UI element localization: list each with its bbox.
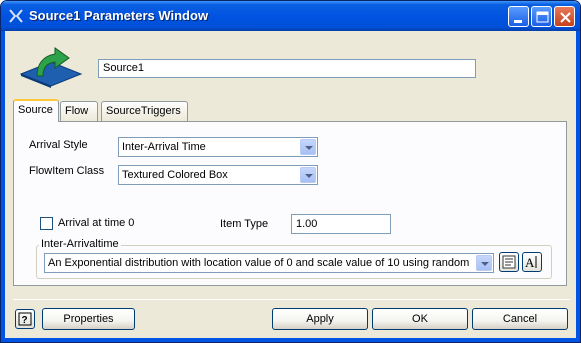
help-button[interactable]: ? xyxy=(15,309,35,329)
item-type-input[interactable]: 1.00 xyxy=(291,214,391,234)
minimize-button[interactable] xyxy=(508,6,529,27)
flowitem-class-label: FlowItem Class xyxy=(29,165,105,177)
maximize-icon xyxy=(536,11,549,23)
interarrival-value: An Exponential distribution with locatio… xyxy=(48,257,470,269)
object-name-input[interactable]: Source1 xyxy=(98,59,476,78)
cancel-button[interactable]: Cancel xyxy=(472,308,568,330)
svg-text:A: A xyxy=(525,255,535,270)
apply-button[interactable]: Apply xyxy=(272,308,368,330)
properties-button[interactable]: Properties xyxy=(42,308,135,330)
arrival-at-time0-checkbox[interactable] xyxy=(40,217,53,230)
source-arrow-icon xyxy=(19,47,83,88)
interarrival-group-label: Inter-Arrivaltime xyxy=(39,238,121,250)
flexsim-x-icon xyxy=(9,9,23,23)
flowitem-class-select[interactable]: Textured Colored Box xyxy=(118,165,318,185)
ok-button[interactable]: OK xyxy=(372,308,468,330)
arrival-style-select[interactable]: Inter-Arrival Time xyxy=(118,137,318,157)
help-icon: ? xyxy=(18,312,32,326)
close-button[interactable] xyxy=(554,6,575,27)
text-edit-button[interactable]: A xyxy=(522,252,542,272)
window-content: Source1 Source Flow SourceTriggers Arriv… xyxy=(5,31,578,340)
text-cursor-icon: A xyxy=(525,255,537,270)
interarrival-select[interactable]: An Exponential distribution with locatio… xyxy=(44,253,494,273)
close-icon xyxy=(560,12,571,23)
chevron-down-icon[interactable] xyxy=(300,139,316,155)
svg-text:?: ? xyxy=(22,315,28,326)
arrival-at-time0-label: Arrival at time 0 xyxy=(58,217,135,229)
flowitem-class-value: Textured Colored Box xyxy=(122,169,228,181)
footer-separator xyxy=(13,299,570,300)
chevron-down-icon[interactable] xyxy=(476,255,492,271)
parameters-window: Source1 Parameters Window Source1 Source… xyxy=(0,0,581,343)
edit-code-button[interactable] xyxy=(499,252,519,272)
tab-flow[interactable]: Flow xyxy=(60,101,98,121)
arrival-style-value: Inter-Arrival Time xyxy=(122,141,206,153)
arrival-style-label: Arrival Style xyxy=(29,139,88,151)
item-type-label: Item Type xyxy=(220,218,269,230)
minimize-icon xyxy=(514,20,522,23)
maximize-button[interactable] xyxy=(531,6,552,27)
tab-source[interactable]: Source xyxy=(13,99,59,122)
title-bar[interactable]: Source1 Parameters Window xyxy=(1,1,580,31)
code-edit-icon xyxy=(502,255,516,269)
chevron-down-icon[interactable] xyxy=(300,167,316,183)
tab-sourcetriggers[interactable]: SourceTriggers xyxy=(101,101,188,121)
window-title: Source1 Parameters Window xyxy=(29,8,209,23)
